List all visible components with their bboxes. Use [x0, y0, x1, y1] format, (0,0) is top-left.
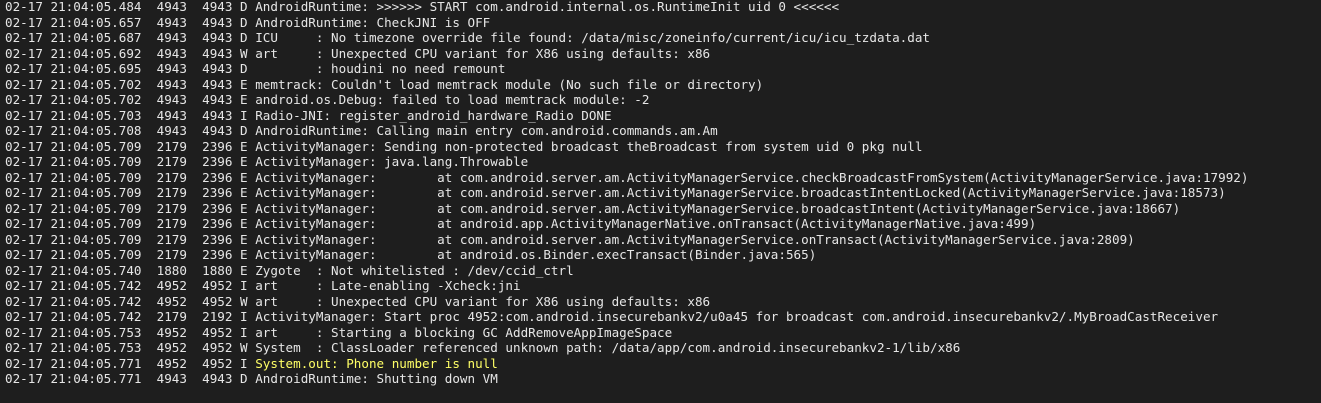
log-line-text: 02-17 21:04:05.709 2179 2396 E ActivityM… — [5, 231, 1135, 247]
log-line: 02-17 21:04:05.740 1880 1880 E Zygote : … — [5, 263, 1248, 279]
logcat-terminal[interactable]: 02-17 21:04:05.484 4943 4943 D AndroidRu… — [0, 0, 1321, 403]
log-line-text: 02-17 21:04:05.702 4943 4943 E memtrack:… — [5, 76, 764, 92]
log-line-text: 02-17 21:04:05.657 4943 4943 D AndroidRu… — [5, 14, 491, 30]
log-line-text: 02-17 21:04:05.740 1880 1880 E Zygote : … — [5, 262, 574, 278]
log-line: 02-17 21:04:05.687 4943 4943 D ICU : No … — [5, 30, 1248, 46]
log-line: 02-17 21:04:05.709 2179 2396 E ActivityM… — [5, 247, 1248, 263]
log-line: 02-17 21:04:05.484 4943 4943 D AndroidRu… — [5, 0, 1248, 15]
log-line: 02-17 21:04:05.753 4952 4952 I art : Sta… — [5, 325, 1248, 341]
log-line: 02-17 21:04:05.709 2179 2396 E ActivityM… — [5, 201, 1248, 217]
log-line-text: 02-17 21:04:05.709 2179 2396 E ActivityM… — [5, 154, 529, 169]
log-line: 02-17 21:04:05.742 2179 2192 I ActivityM… — [5, 309, 1248, 325]
log-line-text: 02-17 21:04:05.742 2179 2192 I ActivityM… — [5, 309, 1219, 324]
log-line: 02-17 21:04:05.708 4943 4943 D AndroidRu… — [5, 123, 1248, 139]
log-line-text: 02-17 21:04:05.484 4943 4943 D AndroidRu… — [5, 0, 840, 14]
log-line-text: 02-17 21:04:05.771 4943 4943 D AndroidRu… — [5, 371, 498, 386]
log-line: 02-17 21:04:05.771 4952 4952 I System.ou… — [5, 356, 1248, 372]
log-line: 02-17 21:04:05.692 4943 4943 W art : Une… — [5, 46, 1248, 62]
log-line: 02-17 21:04:05.753 4952 4952 W System : … — [5, 340, 1248, 356]
log-line-text: 02-17 21:04:05.742 4952 4952 I art : Lat… — [5, 278, 521, 293]
log-line-text: 02-17 21:04:05.703 4943 4943 I Radio-JNI… — [5, 107, 612, 123]
log-line-text: 02-17 21:04:05.742 4952 4952 W art : Une… — [5, 293, 711, 309]
log-line: 02-17 21:04:05.702 4943 4943 E android.o… — [5, 92, 1248, 108]
log-line: 02-17 21:04:05.742 4952 4952 W art : Une… — [5, 294, 1248, 310]
log-line-text: 02-17 21:04:05.709 2179 2396 E ActivityM… — [5, 216, 1037, 231]
log-line-text: 02-17 21:04:05.709 2179 2396 E ActivityM… — [5, 200, 1181, 216]
log-line-text: 02-17 21:04:05.709 2179 2396 E ActivityM… — [5, 185, 1226, 200]
log-line-text: 02-17 21:04:05.753 4952 4952 W System : … — [5, 340, 961, 355]
log-line: 02-17 21:04:05.703 4943 4943 I Radio-JNI… — [5, 108, 1248, 124]
log-line-text: 02-17 21:04:05.695 4943 4943 D : houdini… — [5, 61, 506, 76]
log-line: 02-17 21:04:05.771 4943 4943 D AndroidRu… — [5, 371, 1248, 387]
log-line-text: 02-17 21:04:05.708 4943 4943 D AndroidRu… — [5, 123, 718, 138]
log-line: 02-17 21:04:05.709 2179 2396 E ActivityM… — [5, 170, 1248, 186]
log-line: 02-17 21:04:05.695 4943 4943 D : houdini… — [5, 61, 1248, 77]
log-line-text: 02-17 21:04:05.709 2179 2396 E ActivityM… — [5, 247, 817, 262]
log-line: 02-17 21:04:05.702 4943 4943 E memtrack:… — [5, 77, 1248, 93]
log-line-text: 02-17 21:04:05.692 4943 4943 W art : Une… — [5, 45, 711, 61]
highlighted-log-text: System.out: Phone number is null — [255, 355, 498, 371]
log-line-text: 02-17 21:04:05.687 4943 4943 D ICU : No … — [5, 30, 931, 45]
log-line-text: 02-17 21:04:05.702 4943 4943 E android.o… — [5, 92, 650, 107]
log-line-text: 02-17 21:04:05.709 2179 2396 E ActivityM… — [5, 169, 1249, 185]
log-line-text: 02-17 21:04:05.753 4952 4952 I art : Sta… — [5, 324, 673, 340]
log-line-text: 02-17 21:04:05.771 4952 4952 I — [5, 355, 256, 371]
log-line: 02-17 21:04:05.709 2179 2396 E ActivityM… — [5, 216, 1248, 232]
log-line: 02-17 21:04:05.742 4952 4952 I art : Lat… — [5, 278, 1248, 294]
log-line: 02-17 21:04:05.709 2179 2396 E ActivityM… — [5, 154, 1248, 170]
log-line: 02-17 21:04:05.709 2179 2396 E ActivityM… — [5, 139, 1248, 155]
log-line: 02-17 21:04:05.709 2179 2396 E ActivityM… — [5, 185, 1248, 201]
log-line: 02-17 21:04:05.657 4943 4943 D AndroidRu… — [5, 15, 1248, 31]
log-output: 02-17 21:04:05.484 4943 4943 D AndroidRu… — [5, 0, 1248, 387]
log-line-text: 02-17 21:04:05.709 2179 2396 E ActivityM… — [5, 138, 923, 154]
log-line: 02-17 21:04:05.709 2179 2396 E ActivityM… — [5, 232, 1248, 248]
